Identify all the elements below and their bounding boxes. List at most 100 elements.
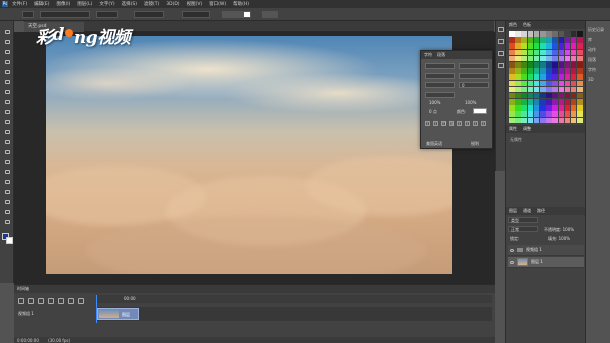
- eyedropper-icon[interactable]: [3, 79, 11, 85]
- font-size-field[interactable]: [425, 73, 455, 79]
- color-swatch[interactable]: [570, 105, 577, 111]
- color-swatch[interactable]: [533, 80, 540, 87]
- tab-color[interactable]: 颜色: [509, 22, 517, 28]
- color-swatch[interactable]: [515, 80, 521, 87]
- color-swatch[interactable]: [527, 99, 534, 105]
- color-swatch[interactable]: [552, 105, 558, 111]
- color-swatch[interactable]: [533, 49, 540, 56]
- tab-adjustments[interactable]: 调整: [523, 126, 531, 132]
- color-swatch[interactable]: [539, 86, 546, 93]
- color-swatch[interactable]: [521, 68, 527, 74]
- color-swatch[interactable]: [527, 74, 534, 80]
- color-swatch[interactable]: [533, 105, 540, 111]
- color-swatch[interactable]: [521, 31, 527, 37]
- path-select-icon[interactable]: [3, 189, 11, 195]
- color-swatch[interactable]: [515, 31, 521, 37]
- color-swatch[interactable]: [577, 68, 583, 74]
- color-swatch[interactable]: [521, 111, 527, 118]
- color-swatch[interactable]: [509, 49, 515, 56]
- color-swatch[interactable]: [577, 61, 583, 68]
- color-swatch[interactable]: [521, 92, 527, 99]
- color-swatch[interactable]: [521, 74, 527, 80]
- color-swatch[interactable]: [577, 74, 583, 80]
- color-swatch[interactable]: [577, 86, 583, 93]
- color-swatch[interactable]: [558, 43, 565, 49]
- color-swatch[interactable]: [527, 86, 534, 93]
- next-frame-icon[interactable]: [48, 298, 54, 304]
- color-swatch[interactable]: [509, 55, 515, 62]
- layer-row[interactable]: 视频组 1: [508, 245, 584, 256]
- color-swatch[interactable]: [539, 105, 546, 111]
- visibility-eye-icon[interactable]: [510, 248, 514, 252]
- color-swatch[interactable]: [558, 31, 565, 37]
- color-swatch[interactable]: [564, 105, 571, 111]
- lasso-icon[interactable]: [3, 49, 11, 55]
- color-swatch[interactable]: [564, 37, 571, 43]
- color-swatch[interactable]: [527, 80, 534, 87]
- color-swatch[interactable]: [558, 55, 565, 62]
- color-swatch[interactable]: [564, 61, 571, 68]
- dodge-icon[interactable]: [3, 159, 11, 165]
- color-swatch[interactable]: [577, 117, 583, 124]
- color-swatch[interactable]: [577, 105, 583, 111]
- menu-item[interactable]: 图像(I): [56, 1, 70, 7]
- color-swatch[interactable]: [539, 111, 546, 118]
- color-swatch[interactable]: [509, 105, 515, 111]
- color-swatch[interactable]: [527, 61, 534, 68]
- color-swatch[interactable]: [564, 92, 571, 99]
- history-brush-icon[interactable]: [3, 119, 11, 125]
- font-family-field[interactable]: [40, 11, 90, 18]
- color-swatch[interactable]: [570, 74, 577, 80]
- color-swatch[interactable]: [570, 117, 577, 124]
- color-swatch[interactable]: [552, 99, 558, 105]
- scale-percent-field[interactable]: [425, 92, 455, 98]
- font-style-field[interactable]: [96, 11, 118, 18]
- strikethrough-icon[interactable]: T: [481, 121, 486, 126]
- color-swatch[interactable]: [577, 37, 583, 43]
- pen-icon[interactable]: [3, 169, 11, 175]
- anti-alias-field[interactable]: [182, 11, 210, 18]
- split-icon[interactable]: [78, 298, 84, 304]
- color-swatch[interactable]: [521, 86, 527, 93]
- color-swatch[interactable]: [564, 68, 571, 74]
- color-swatch[interactable]: [577, 99, 583, 105]
- color-swatch[interactable]: [509, 86, 515, 93]
- panel-actions[interactable]: 动作: [588, 47, 608, 55]
- language-select[interactable]: 美国英语: [426, 141, 442, 147]
- color-swatch[interactable]: [558, 117, 565, 124]
- warp-text-button[interactable]: [262, 11, 278, 18]
- color-swatch[interactable]: [564, 86, 571, 93]
- menu-item[interactable]: 滤镜(T): [144, 1, 159, 7]
- color-swatch[interactable]: [564, 74, 571, 80]
- character-icon[interactable]: [498, 51, 504, 56]
- color-swatch[interactable]: [539, 117, 546, 124]
- settings-icon[interactable]: [68, 298, 74, 304]
- type-icon[interactable]: [3, 179, 11, 185]
- color-swatch[interactable]: [570, 68, 577, 74]
- color-swatch[interactable]: [570, 86, 577, 93]
- subscript-icon[interactable]: T: [465, 121, 470, 126]
- blend-mode-select[interactable]: 正常: [508, 226, 538, 232]
- color-swatch[interactable]: [552, 55, 558, 62]
- color-swatch[interactable]: [509, 43, 515, 49]
- color-swatch[interactable]: [533, 111, 540, 118]
- color-swatch[interactable]: [577, 43, 583, 49]
- color-swatch[interactable]: [515, 86, 521, 93]
- color-swatch[interactable]: [515, 105, 521, 111]
- color-swatch[interactable]: [533, 31, 540, 37]
- color-swatch[interactable]: [533, 55, 540, 62]
- color-swatch[interactable]: [558, 111, 565, 118]
- tab-swatches[interactable]: 色板: [523, 22, 531, 28]
- color-swatch[interactable]: [515, 68, 521, 74]
- color-swatch[interactable]: [546, 43, 552, 49]
- menu-item[interactable]: 视图(V): [187, 1, 203, 7]
- tab-paths[interactable]: 路径: [537, 208, 545, 214]
- color-swatch[interactable]: [527, 43, 534, 49]
- menu-item[interactable]: 文件(F): [12, 1, 27, 7]
- color-swatch[interactable]: [515, 49, 521, 56]
- color-swatch[interactable]: [521, 43, 527, 49]
- color-swatch[interactable]: [539, 92, 546, 99]
- color-swatch[interactable]: [564, 49, 571, 56]
- color-swatch[interactable]: [521, 99, 527, 105]
- color-swatch[interactable]: [577, 111, 583, 118]
